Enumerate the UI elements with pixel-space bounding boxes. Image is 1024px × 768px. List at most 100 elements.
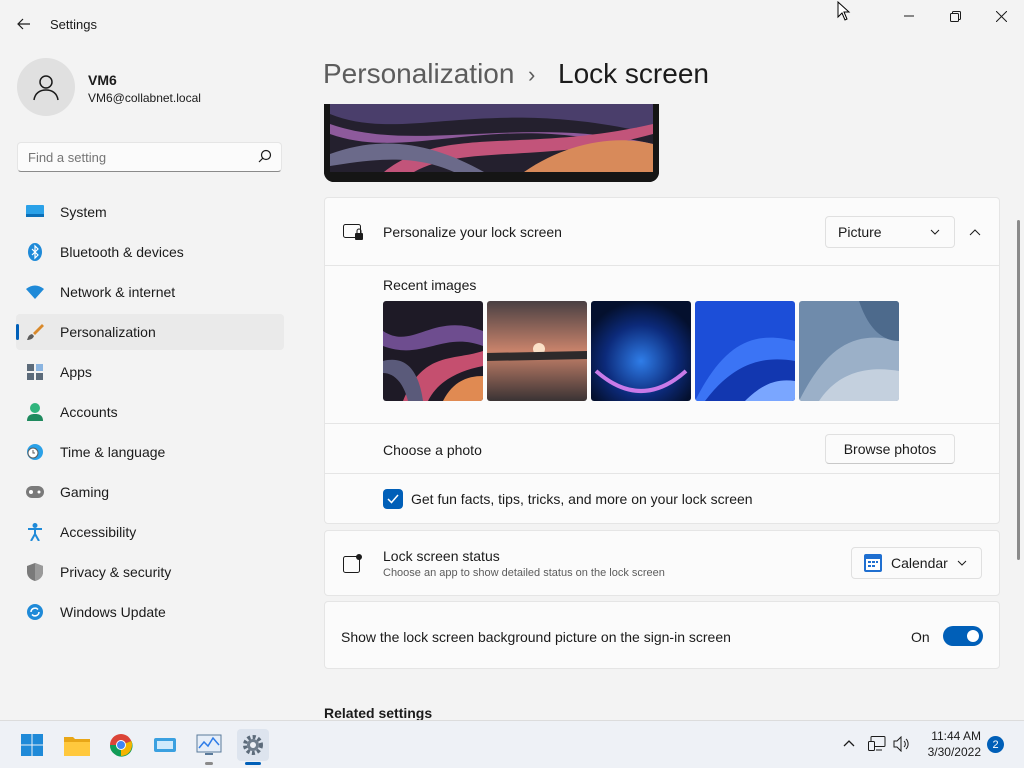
task-manager-taskbar-button[interactable] — [193, 729, 225, 765]
fun-facts-checkbox[interactable] — [383, 489, 403, 509]
sidebar-item-label: Privacy & security — [60, 564, 172, 580]
task-manager-icon — [196, 734, 222, 755]
chevron-down-icon — [930, 229, 940, 235]
recent-image-3[interactable] — [591, 301, 691, 401]
recent-image-5[interactable] — [799, 301, 899, 401]
toggle-knob — [967, 630, 979, 642]
sidebar-item-personalization[interactable]: Personalization — [16, 314, 284, 350]
search-input[interactable] — [18, 143, 258, 171]
personalize-label: Personalize your lock screen — [383, 224, 562, 240]
signin-background-toggle[interactable] — [943, 626, 983, 646]
network-icon[interactable] — [868, 736, 886, 752]
sidebar-item-privacy-security[interactable]: Privacy & security — [16, 554, 284, 590]
notification-badge[interactable]: 2 — [987, 736, 1004, 753]
back-button[interactable] — [10, 10, 38, 38]
user-email: VM6@collabnet.local — [88, 91, 201, 105]
breadcrumb-separator: › — [528, 62, 536, 87]
browse-photos-button[interactable]: Browse photos — [825, 434, 955, 464]
divider — [325, 423, 999, 424]
file-explorer-taskbar-button[interactable] — [61, 729, 93, 761]
recent-image-1[interactable] — [383, 301, 483, 401]
search-box — [17, 142, 282, 172]
shield-icon — [26, 563, 44, 581]
clock-date: 3/30/2022 — [927, 745, 981, 759]
dropdown-value: Picture — [838, 224, 882, 240]
signin-label: Show the lock screen background picture … — [341, 629, 731, 645]
sidebar-item-label: Accounts — [60, 404, 118, 420]
divider — [325, 265, 999, 266]
avatar[interactable] — [17, 58, 75, 116]
minimize-button[interactable] — [886, 0, 932, 32]
personalize-dropdown[interactable]: Picture — [825, 216, 955, 248]
signin-background-card: Show the lock screen background picture … — [324, 601, 1000, 669]
accounts-icon — [26, 403, 44, 421]
sidebar-item-system[interactable]: System — [16, 194, 284, 230]
choose-photo-label: Choose a photo — [383, 442, 482, 458]
restore-icon — [949, 10, 961, 22]
dropdown-value: Calendar — [891, 555, 948, 571]
scrollbar-thumb[interactable] — [1017, 220, 1020, 560]
start-button[interactable] — [16, 729, 48, 761]
sidebar-item-network[interactable]: Network & internet — [16, 274, 284, 310]
recent-images-label: Recent images — [383, 277, 477, 293]
sidebar-item-label: Bluetooth & devices — [60, 244, 184, 260]
sidebar-item-windows-update[interactable]: Windows Update — [16, 594, 284, 630]
running-indicator — [205, 762, 213, 765]
apps-icon — [26, 363, 44, 381]
accessibility-icon — [26, 523, 44, 541]
media-app-taskbar-button[interactable] — [149, 729, 181, 761]
sidebar-item-bluetooth[interactable]: Bluetooth & devices — [16, 234, 284, 270]
clock[interactable]: 11:44 AM 3/30/2022 — [900, 729, 981, 759]
sidebar-item-label: Windows Update — [60, 604, 166, 620]
gamepad-icon — [26, 483, 44, 501]
personalize-lock-screen-card: Personalize your lock screen Picture Rec… — [324, 197, 1000, 524]
sidebar-item-label: Personalization — [60, 324, 156, 340]
fun-facts-label: Get fun facts, tips, tricks, and more on… — [411, 491, 753, 507]
maximize-button[interactable] — [932, 0, 978, 32]
taskbar — [0, 720, 1024, 768]
bluetooth-icon — [26, 243, 44, 261]
status-label: Lock screen status — [383, 548, 500, 564]
lock-screen-picture-icon — [343, 224, 363, 240]
sidebar-item-accessibility[interactable]: Accessibility — [16, 514, 284, 550]
sidebar-item-label: Network & internet — [60, 284, 176, 300]
file-explorer-icon — [64, 737, 90, 756]
minimize-icon — [904, 15, 914, 17]
sidebar-item-apps[interactable]: Apps — [16, 354, 284, 390]
close-icon — [995, 10, 1007, 22]
close-button[interactable] — [978, 0, 1024, 32]
chevron-up-icon[interactable] — [843, 739, 855, 747]
lock-screen-status-card: Lock screen status Choose an app to show… — [324, 530, 1000, 596]
brush-icon — [26, 323, 44, 341]
sidebar-item-label: Gaming — [60, 484, 110, 500]
chrome-taskbar-button[interactable] — [105, 729, 137, 761]
back-arrow-icon — [17, 18, 30, 30]
sidebar-nav: System Bluetooth & devices Network & int… — [16, 194, 284, 634]
chevron-down-icon — [957, 560, 967, 566]
sidebar-item-label: Apps — [60, 364, 92, 380]
settings-taskbar-button[interactable] — [237, 729, 269, 765]
media-app-icon — [154, 738, 176, 752]
settings-icon — [243, 735, 263, 755]
checkmark-icon — [387, 494, 399, 504]
calendar-icon — [864, 554, 882, 572]
preview-wallpaper-image — [324, 104, 659, 182]
sidebar-item-gaming[interactable]: Gaming — [16, 474, 284, 510]
windows-update-icon — [26, 603, 44, 621]
sidebar-item-label: Time & language — [60, 444, 166, 460]
recent-image-4[interactable] — [695, 301, 795, 401]
recent-image-2[interactable] — [487, 301, 587, 401]
active-indicator — [245, 762, 261, 765]
sidebar-item-label: System — [60, 204, 107, 220]
system-icon — [26, 203, 44, 221]
collapse-button[interactable] — [963, 220, 987, 244]
sidebar-item-time-language[interactable]: Time & language — [16, 434, 284, 470]
search-icon[interactable] — [257, 149, 273, 165]
sidebar-item-accounts[interactable]: Accounts — [16, 394, 284, 430]
user-name: VM6 — [88, 72, 117, 88]
wifi-icon — [26, 283, 44, 301]
related-settings-heading: Related settings — [324, 705, 433, 721]
page-title: Lock screen — [558, 58, 709, 89]
status-app-dropdown[interactable]: Calendar — [851, 547, 982, 579]
breadcrumb-parent[interactable]: Personalization — [323, 58, 514, 90]
